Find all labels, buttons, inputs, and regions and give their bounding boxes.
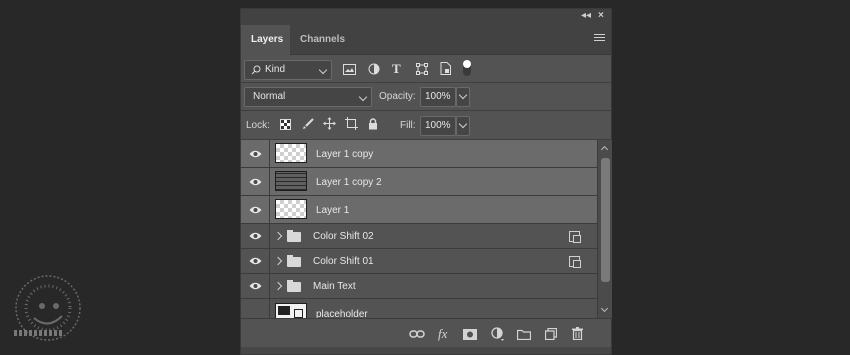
eye-icon (249, 206, 262, 213)
close-icon[interactable]: × (598, 9, 604, 23)
new-adjustment-icon[interactable] (491, 327, 505, 341)
folder-icon (287, 230, 301, 242)
fill-field[interactable]: 100% (420, 116, 456, 136)
opacity-label: Opacity: (379, 91, 416, 102)
layer-group-row[interactable]: Main Text (241, 274, 597, 299)
fill-label: Fill: (400, 120, 416, 131)
eye-icon (249, 232, 262, 240)
chevron-down-icon (358, 92, 368, 102)
blend-mode-select[interactable]: Normal (244, 87, 372, 107)
tab-layers[interactable]: Layers (241, 25, 290, 55)
eye-icon (249, 257, 262, 265)
new-group-icon[interactable] (517, 329, 531, 340)
kind-label: Kind (265, 64, 286, 75)
type-layer-filter-icon[interactable]: T (392, 61, 401, 77)
eye-icon (249, 282, 262, 290)
layer-row[interactable]: Layer 1 copy 2 (241, 168, 597, 196)
opacity-dropdown[interactable] (456, 87, 470, 107)
eye-icon (249, 150, 262, 157)
chevron-down-icon (458, 90, 468, 100)
chevron-right-icon[interactable] (273, 281, 283, 291)
pixel-layer-filter-icon[interactable] (343, 64, 356, 75)
layer-name[interactable]: Layer 1 copy 2 (316, 177, 382, 188)
visibility-toggle[interactable] (241, 168, 270, 195)
lock-image-pixels-icon[interactable] (302, 118, 314, 130)
fill-dropdown[interactable] (456, 116, 470, 136)
add-mask-icon[interactable] (463, 329, 477, 340)
new-layer-icon[interactable] (545, 328, 557, 340)
layer-thumbnail (275, 143, 307, 163)
layer-name[interactable]: placeholder (316, 309, 368, 318)
layer-name[interactable]: Color Shift 02 (313, 231, 374, 242)
visibility-toggle[interactable] (241, 249, 270, 273)
layer-group-row[interactable]: Color Shift 01 (241, 249, 597, 274)
visibility-toggle[interactable] (241, 224, 270, 248)
fx-icon[interactable]: fx (438, 327, 447, 341)
visibility-toggle[interactable] (241, 274, 270, 298)
chevron-down-icon (318, 65, 328, 75)
layer-name[interactable]: Color Shift 01 (313, 256, 374, 267)
layer-thumbnail (275, 171, 307, 191)
blend-row: Normal Opacity: 100% (241, 83, 611, 111)
layers-bottom-bar: fx (241, 318, 611, 348)
lock-artboard-icon[interactable] (345, 117, 358, 130)
layer-name[interactable]: Layer 1 (316, 205, 349, 216)
layer-thumbnail (275, 199, 307, 219)
watermark-caption-icon (14, 330, 64, 336)
panel-resize-gripper[interactable] (241, 347, 611, 354)
scroll-up-icon[interactable] (600, 145, 609, 154)
collapse-icon[interactable]: ◂◂ (581, 9, 591, 23)
panel-titlebar: ◂◂ × (241, 9, 611, 23)
shape-layer-filter-icon[interactable] (416, 63, 428, 75)
lock-position-icon[interactable] (323, 117, 336, 130)
tab-channels[interactable]: Channels (290, 25, 355, 55)
clipping-mask-icon (569, 256, 581, 268)
layer-group-row[interactable]: Color Shift 02 (241, 224, 597, 249)
filter-row: Kind T (241, 55, 611, 83)
chevron-right-icon[interactable] (273, 256, 283, 266)
visibility-toggle[interactable] (241, 140, 270, 167)
visibility-toggle[interactable] (241, 196, 270, 223)
clipping-mask-icon (569, 231, 581, 243)
delete-icon[interactable] (572, 327, 583, 340)
folder-icon (287, 280, 301, 292)
lock-transparent-pixels-icon[interactable] (280, 119, 291, 130)
eye-icon (249, 178, 262, 185)
smart-object-filter-icon[interactable] (440, 62, 451, 75)
filter-toggle-icon[interactable] (462, 59, 472, 77)
layer-row[interactable]: Layer 1 copy (241, 140, 597, 168)
watermark-logo (15, 275, 81, 341)
search-icon (251, 65, 261, 75)
panel-menu-icon[interactable] (594, 34, 605, 43)
lock-label: Lock: (246, 120, 270, 131)
smart-object-thumbnail (275, 303, 307, 318)
adjustment-layer-filter-icon[interactable] (368, 63, 380, 75)
chevron-right-icon[interactable] (273, 231, 283, 241)
scroll-down-icon[interactable] (600, 304, 609, 313)
layers-list: Layer 1 copy Layer 1 copy 2 Layer 1 Colo… (241, 140, 597, 318)
lock-row: Lock: Fill: 100% (241, 111, 611, 140)
layers-scrollbar[interactable] (597, 140, 612, 318)
opacity-field[interactable]: 100% (420, 87, 456, 107)
layer-name[interactable]: Layer 1 copy (316, 149, 373, 160)
lock-all-icon[interactable] (368, 118, 378, 130)
layers-panel: ◂◂ × Layers Channels Kind T Normal Opaci… (240, 8, 612, 355)
chevron-down-icon (458, 119, 468, 129)
layer-name[interactable]: Main Text (313, 281, 356, 292)
layer-row[interactable]: Layer 1 (241, 196, 597, 224)
link-layers-icon[interactable] (409, 329, 425, 339)
blend-mode-value: Normal (253, 91, 286, 102)
scrollbar-thumb[interactable] (601, 158, 610, 282)
layer-row[interactable]: placeholder (241, 299, 597, 318)
visibility-toggle[interactable] (241, 299, 270, 318)
tab-bar: Layers Channels (241, 23, 611, 55)
folder-icon (287, 255, 301, 267)
kind-filter-select[interactable]: Kind (244, 60, 332, 80)
